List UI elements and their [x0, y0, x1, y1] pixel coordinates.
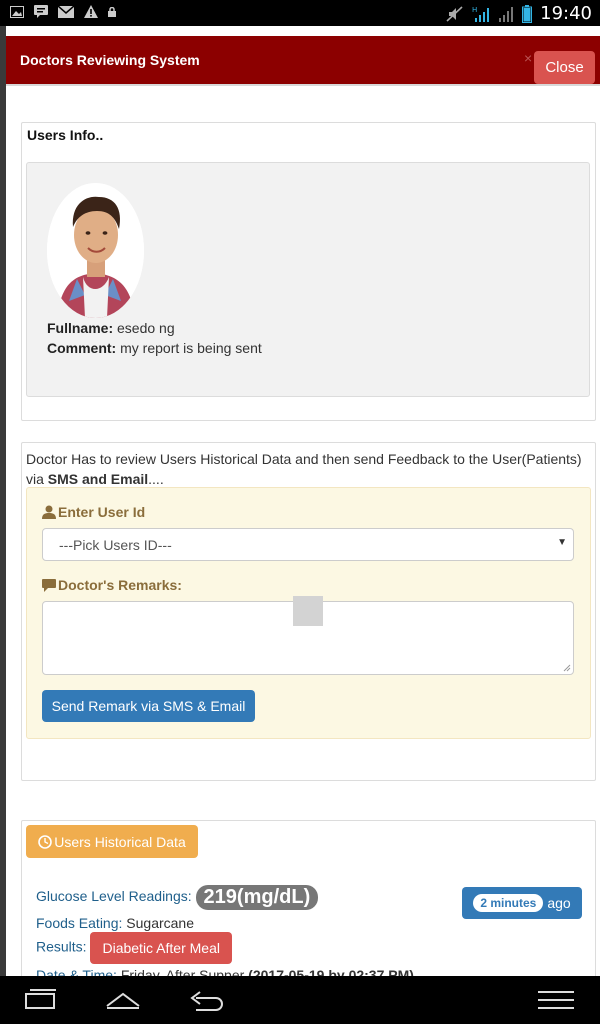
- foods-line: Foods Eating: Sugarcane: [36, 915, 194, 931]
- users-info-title: Users Info..: [27, 127, 104, 143]
- status-bar: H 19:40: [0, 0, 600, 26]
- home-icon[interactable]: [104, 988, 142, 1012]
- user-id-label-text: Enter User Id: [58, 504, 146, 520]
- svg-text:H: H: [472, 6, 477, 14]
- image-icon: [10, 5, 24, 18]
- send-remark-button[interactable]: Send Remark via SMS & Email: [42, 690, 255, 722]
- avatar: [47, 183, 144, 318]
- battery-icon: [522, 4, 533, 23]
- warning-icon: [84, 5, 98, 18]
- user-id-select-value: ---Pick Users ID---: [59, 537, 172, 553]
- avatar-image: [47, 183, 144, 318]
- system-icons: H 19:40: [446, 3, 592, 24]
- modal-backdrop-edge: [0, 26, 6, 976]
- review-card: Doctor Has to review Users Historical Da…: [21, 442, 596, 781]
- navigation-bar: [0, 976, 600, 1024]
- comment-line: Comment: my report is being sent: [47, 340, 262, 356]
- results-line: Results: Diabetic After Meal: [36, 932, 232, 964]
- remarks-label-text: Doctor's Remarks:: [58, 577, 182, 593]
- user-id-select[interactable]: ---Pick Users ID--- ▼: [42, 528, 574, 561]
- signal-h-icon: H: [472, 6, 490, 22]
- modal-title: Doctors Reviewing System: [20, 52, 200, 68]
- mail-icon: [58, 5, 74, 18]
- menu-icon[interactable]: [536, 988, 576, 1012]
- recent-apps-icon[interactable]: [22, 988, 60, 1012]
- user-id-label: Enter User Id: [42, 504, 145, 520]
- historical-data-button[interactable]: Users Historical Data: [26, 825, 198, 858]
- foods-value: Sugarcane: [126, 915, 194, 931]
- history-card: Users Historical Data Glucose Level Read…: [21, 820, 596, 976]
- review-intro-bold: SMS and Email: [47, 471, 149, 487]
- user-icon: [42, 505, 56, 519]
- close-x-icon[interactable]: ×: [524, 50, 532, 66]
- resize-grip-icon[interactable]: [563, 664, 571, 672]
- fullname-value: esedo ng: [117, 320, 175, 336]
- message-icon: [34, 5, 48, 18]
- review-intro-tail: ....: [148, 471, 164, 487]
- back-icon[interactable]: [186, 988, 226, 1012]
- review-intro: Doctor Has to review Users Historical Da…: [26, 449, 586, 489]
- mute-icon: [446, 5, 463, 22]
- comment-icon: [42, 578, 56, 592]
- comment-label: Comment:: [47, 340, 117, 356]
- notification-icons: [10, 5, 116, 18]
- modal-header: Doctors Reviewing System ×: [6, 36, 600, 86]
- time-badge: 2 minutes: [473, 894, 544, 912]
- diagnosis-badge: Diabetic After Meal: [90, 932, 232, 964]
- remark-form: Enter User Id ---Pick Users ID--- ▼ Doct…: [26, 487, 591, 739]
- datetime-value: Friday, After Supper: [120, 967, 245, 976]
- fullname-label: Fullname:: [47, 320, 114, 336]
- foods-label: Foods Eating:: [36, 915, 123, 931]
- caret-down-icon: ▼: [557, 537, 567, 548]
- lock-icon: [108, 6, 116, 17]
- placeholder-square: [293, 596, 323, 626]
- datetime-label: Date & Time:: [36, 967, 117, 976]
- fullname-line: Fullname: esedo ng: [47, 320, 175, 336]
- glucose-badge: 219(mg/dL): [195, 885, 319, 910]
- comment-value: my report is being sent: [120, 340, 262, 356]
- user-panel: Fullname: esedo ng Comment: my report is…: [26, 162, 590, 397]
- app-screen: Doctors Reviewing System × Close Users I…: [0, 26, 600, 976]
- clock: 19:40: [540, 3, 592, 24]
- glucose-label: Glucose Level Readings:: [36, 888, 192, 905]
- clock-icon: [38, 834, 53, 849]
- datetime-bold: (2017-05-19 by 02:37 PM): [248, 967, 414, 976]
- close-button[interactable]: Close: [534, 51, 595, 84]
- time-ago-button[interactable]: 2 minutes ago: [462, 887, 582, 919]
- users-info-card: Users Info.. Fullname: esedo ng Comment:…: [21, 122, 596, 421]
- glucose-line: Glucose Level Readings: 219(mg/dL): [36, 885, 319, 910]
- signal-icon: [499, 6, 514, 22]
- datetime-line: Date & Time: Friday, After Supper (2017-…: [36, 967, 414, 976]
- time-suffix: ago: [547, 895, 571, 911]
- historical-data-label: Users Historical Data: [54, 833, 186, 850]
- results-label: Results:: [36, 938, 87, 955]
- remarks-label: Doctor's Remarks:: [42, 577, 182, 593]
